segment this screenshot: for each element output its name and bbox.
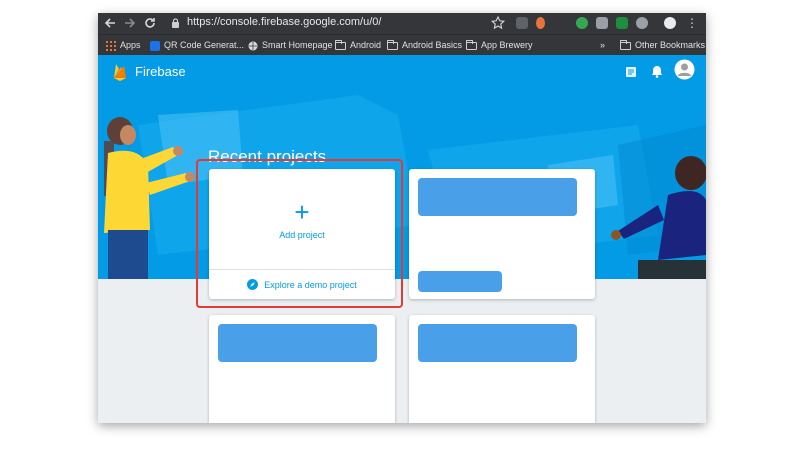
browser-toolbar: https://console.firebase.google.com/u/0/…: [98, 13, 706, 34]
folder-icon: [466, 39, 477, 50]
account-avatar-icon[interactable]: [674, 59, 695, 80]
bookmark-other-bookmarks[interactable]: Other Bookmarks: [620, 38, 705, 53]
brand-name: Firebase: [135, 64, 186, 79]
notifications-bell-icon[interactable]: [651, 65, 663, 78]
folder-icon: [387, 39, 398, 50]
qr-code-icon: [150, 40, 160, 51]
project-card-title-placeholder: [218, 324, 377, 362]
bookmark-app-brewery[interactable]: App Brewery: [466, 38, 533, 53]
extension-shield-icon[interactable]: [516, 17, 528, 29]
reload-icon[interactable]: [142, 15, 158, 31]
highlight-outline: [196, 159, 403, 308]
address-bar[interactable]: https://console.firebase.google.com/u/0/: [187, 16, 381, 28]
extension-grammarly-icon[interactable]: [576, 17, 588, 29]
globe-icon: [248, 41, 258, 50]
forward-arrow-icon[interactable]: [122, 15, 138, 31]
project-card-title-placeholder: [418, 178, 577, 216]
extension-mail-icon[interactable]: [596, 17, 608, 29]
apps-grid-icon: [106, 40, 116, 51]
bookmark-qr-code[interactable]: QR Code Generat...: [150, 38, 244, 53]
browser-window: https://console.firebase.google.com/u/0/…: [98, 13, 706, 423]
firebase-console: Firebase Recent projects + Add project E…: [98, 55, 706, 423]
project-card[interactable]: [409, 315, 595, 423]
project-card[interactable]: [409, 169, 595, 299]
bookmark-android[interactable]: Android: [335, 38, 381, 53]
bookmark-smart-homepage[interactable]: Smart Homepage: [248, 38, 333, 53]
docs-icon[interactable]: [625, 66, 637, 78]
project-card-title-placeholder: [418, 324, 577, 362]
project-card-footer-placeholder: [418, 271, 502, 292]
extension-drop-icon[interactable]: [536, 17, 545, 29]
menu-kebab-icon[interactable]: ⋮: [684, 15, 700, 31]
bookmark-android-basics[interactable]: Android Basics: [387, 38, 462, 53]
star-bookmark-icon[interactable]: [490, 15, 506, 31]
bookmark-apps[interactable]: Apps: [106, 38, 141, 53]
profile-avatar-icon[interactable]: [664, 17, 676, 29]
folder-icon: [620, 39, 631, 50]
firebase-logo-icon: [114, 64, 126, 81]
extension-green-icon[interactable]: [616, 17, 628, 29]
extension-triangle-icon[interactable]: [636, 17, 648, 29]
back-arrow-icon[interactable]: [102, 15, 118, 31]
bookmarks-bar: Apps QR Code Generat... Smart Homepage A…: [98, 34, 706, 55]
lock-icon: [172, 18, 179, 28]
project-card[interactable]: [209, 315, 395, 423]
bookmarks-overflow-chevron[interactable]: »: [600, 38, 605, 53]
folder-icon: [335, 39, 346, 50]
